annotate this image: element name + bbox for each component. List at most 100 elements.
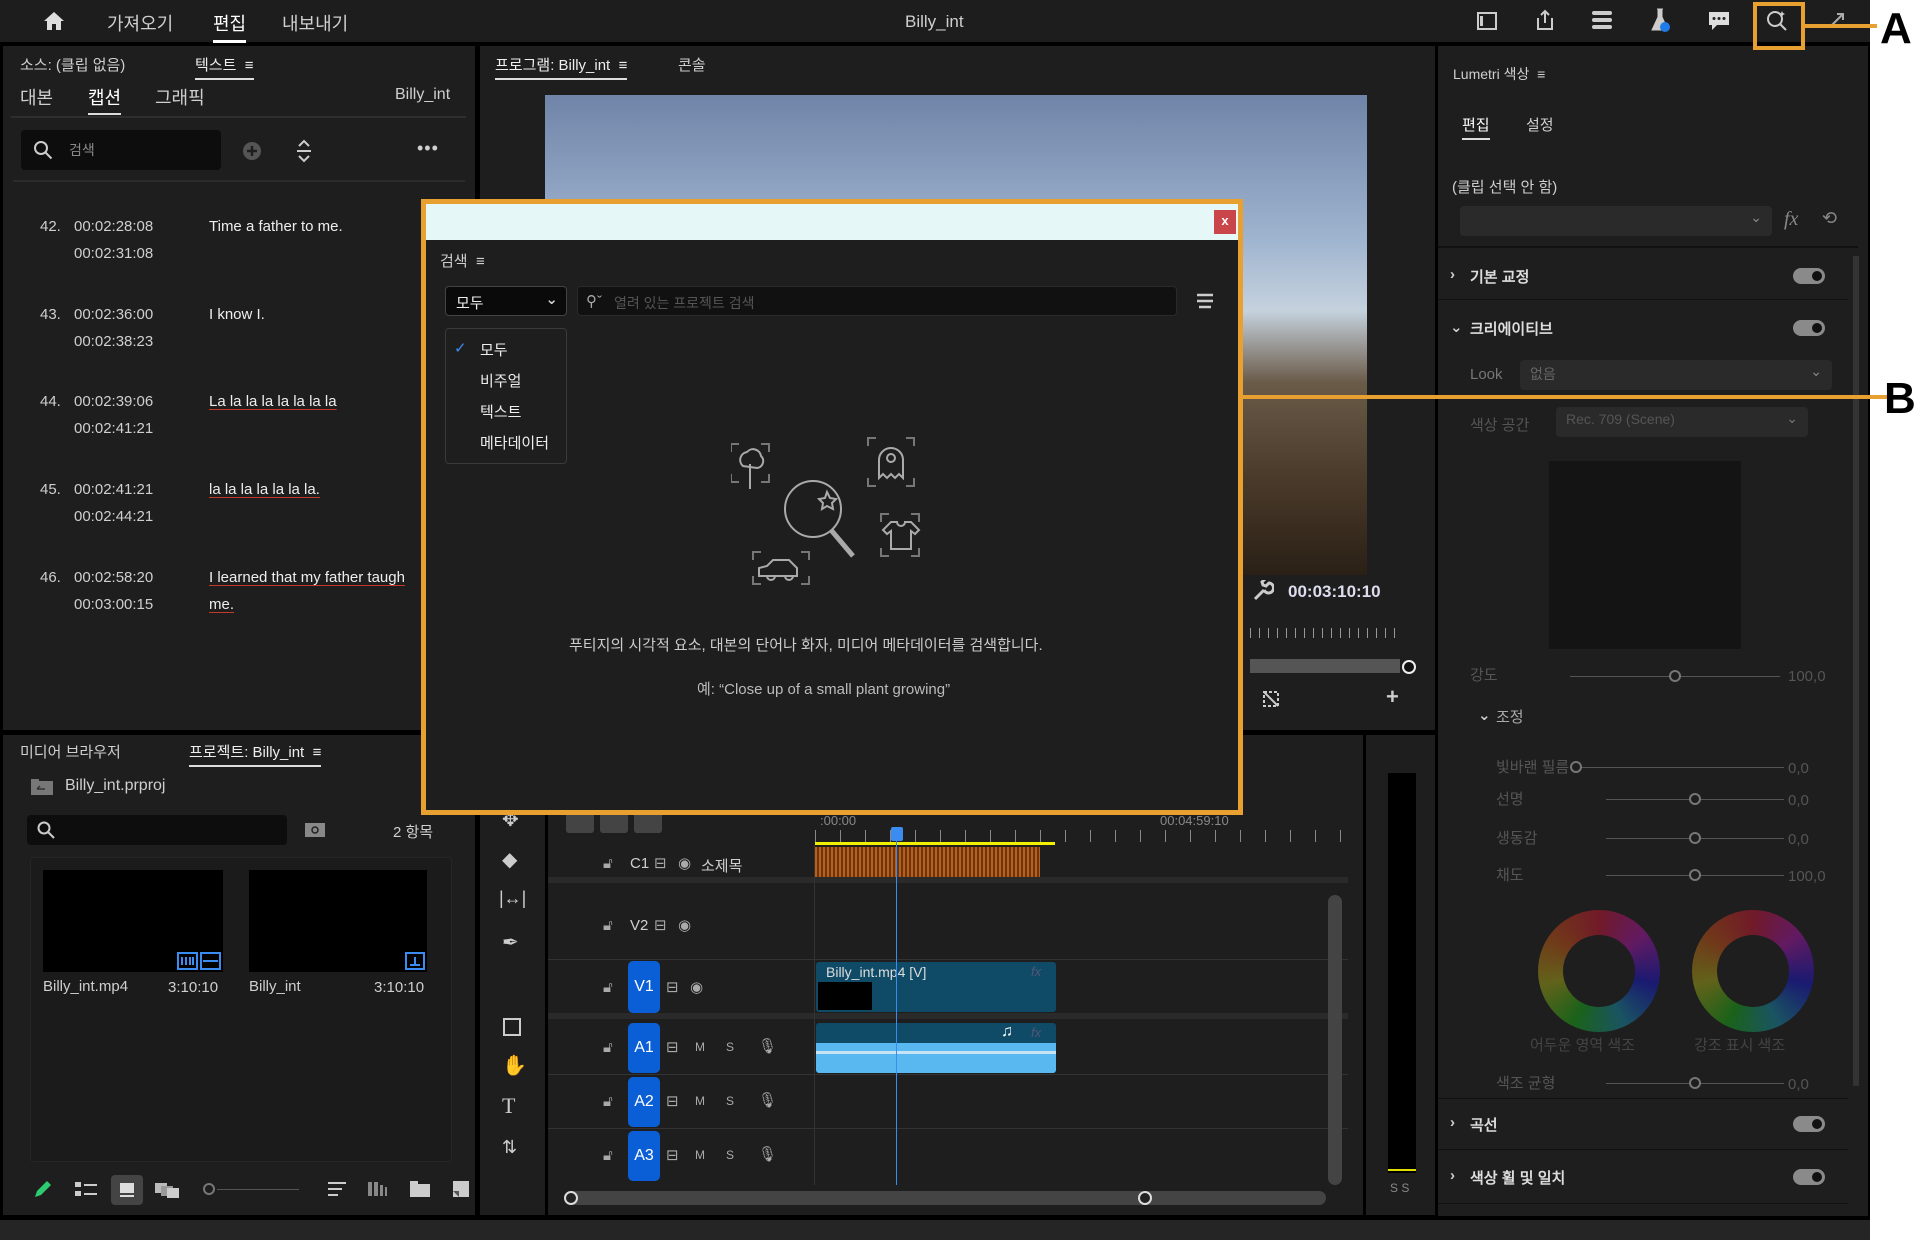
volume-line[interactable] [816,1051,1056,1054]
caption-clips[interactable] [815,847,1040,877]
monitor-ruler[interactable] [1250,628,1400,638]
home-icon[interactable] [40,8,68,34]
icon-view-button[interactable] [111,1175,143,1205]
subtab-graphics[interactable]: 그래픽 [155,84,205,110]
workspace-icon[interactable] [1475,10,1499,32]
lock-icon[interactable]: 🔓︎ [603,1093,613,1110]
hand-tool-icon[interactable]: ✋ [502,1053,527,1078]
zoom-slider-handle[interactable] [203,1183,215,1195]
thumbnail-item[interactable] [43,870,223,972]
freeform-view-icon[interactable] [155,1181,181,1199]
settings-panel-icon[interactable] [1590,9,1614,31]
reset-icon[interactable]: ⟲ [1822,208,1837,229]
sort-icons-icon[interactable] [328,1181,346,1197]
voiceover-mic-icon[interactable]: 🎙︎ [758,1037,777,1055]
close-button[interactable]: x [1214,210,1236,234]
caption-item[interactable]: 46. 00:02:58:20 00:03:00:15 I learned th… [3,569,473,629]
clip-select-dropdown[interactable]: ⌄ [1460,206,1772,236]
tab-media-browser[interactable]: 미디어 브라우저 [20,741,121,762]
section-color-wheels[interactable]: › 색상 휠 및 일치 [1438,1152,1848,1204]
playhead-handle[interactable] [891,827,903,841]
program-timecode[interactable]: 00:03:10:10 [1288,582,1381,602]
mute-button[interactable]: M [695,1040,705,1054]
intensity-handle[interactable] [1669,670,1681,682]
export-frame-icon[interactable] [1262,690,1280,708]
playhead-line[interactable] [896,835,897,1185]
voiceover-mic-icon[interactable]: 🎙︎ [758,1145,777,1163]
caption-text[interactable]: Time a father to me. [209,218,343,235]
caption-item[interactable]: 42. 00:02:28:08 00:02:31:08 Time a fathe… [3,218,473,278]
track-target-v1[interactable]: V1 [628,961,660,1013]
panel-scrollbar[interactable] [1853,256,1859,1086]
nav-edit[interactable]: 편집 [213,10,246,43]
colorspace-dropdown[interactable]: Rec. 709 (Scene)⌄ [1556,407,1808,437]
sync-lock-icon[interactable]: ⊟ [666,1092,679,1110]
comments-icon[interactable] [1706,8,1732,34]
share-icon[interactable] [1533,8,1557,32]
sync-lock-icon[interactable]: ⊟ [666,978,679,996]
voiceover-mic-icon[interactable]: 🎙︎ [758,1091,777,1109]
section-toggle[interactable] [1793,1116,1825,1132]
add-caption-icon[interactable] [241,140,263,162]
section-toggle[interactable] [1793,268,1825,284]
filter-option-visual[interactable]: 비주얼 [480,370,521,391]
vertical-scrollbar[interactable] [1328,895,1342,1185]
adjust-slider-handle[interactable] [1689,832,1701,844]
filter-option-text[interactable]: 텍스트 [480,401,521,422]
subtab-script[interactable]: 대본 [20,84,53,110]
section-curves[interactable]: › 곡선 [1438,1098,1848,1150]
pencil-icon[interactable] [33,1179,53,1199]
mute-button[interactable]: M [695,1094,705,1108]
caption-search-input[interactable]: 검색 [21,130,221,170]
automate-sequence-icon[interactable] [368,1182,388,1196]
generative-extend-icon[interactable]: ⇅ [502,1137,517,1158]
track-target-a1[interactable]: A1 [628,1023,660,1073]
sync-lock-icon[interactable]: ⊟ [666,1038,679,1056]
new-bin-icon[interactable] [410,1181,430,1197]
caption-text[interactable]: la la la la la la la. [209,481,320,498]
sort-icon[interactable] [293,138,315,164]
sync-lock-icon[interactable]: ⊟ [654,916,667,934]
lock-icon[interactable]: 🔓︎ [603,1039,613,1056]
meter-solo-labels[interactable]: S S [1390,1181,1409,1195]
tab-source[interactable]: 소스: (클립 없음) [20,54,125,75]
solo-button[interactable]: S [726,1040,734,1054]
add-button-icon[interactable]: + [1386,684,1399,710]
track-target-a3[interactable]: A3 [628,1131,660,1181]
monitor-scroll-handle[interactable] [1402,660,1416,674]
filter-option-all[interactable]: 모두 [480,339,508,360]
section-toggle[interactable] [1793,320,1825,336]
lock-icon[interactable]: 🔓︎ [603,1147,613,1164]
tab-settings[interactable]: 설정 [1526,114,1554,135]
search-panel-title[interactable]: 검색 ≡ [440,250,485,271]
sync-lock-icon[interactable]: ⊟ [654,854,667,872]
caption-text[interactable]: La la la la la la la la [209,393,337,410]
horizontal-scrollbar[interactable] [566,1191,1326,1205]
filter-dropdown[interactable]: 모두 ⌄ [445,286,567,316]
adjust-slider-handle[interactable] [1689,793,1701,805]
find-bin-icon[interactable] [305,821,325,837]
tab-console[interactable]: 콘솔 [678,54,706,75]
adjust-slider-handle[interactable] [1570,761,1582,773]
type-tool-icon[interactable]: T [502,1093,515,1119]
project-search-field[interactable]: ⚲ˇ 열려 있는 프로젝트 검색 [577,286,1177,316]
tab-project[interactable]: 프로젝트: Billy_int ≡ [189,741,321,767]
audio-clip[interactable]: ♫ fx [816,1023,1056,1073]
adjust-section-title[interactable]: 조정 [1496,706,1524,727]
lock-icon[interactable]: 🔓︎ [603,979,613,996]
caption-text[interactable]: I learned that my father taugh [209,569,405,586]
project-search-input[interactable] [27,815,287,845]
look-dropdown[interactable]: 없음⌄ [1520,360,1832,390]
more-options-icon[interactable]: ••• [417,138,439,159]
eye-icon[interactable]: ◉ [678,854,691,872]
eye-icon[interactable]: ◉ [678,916,691,934]
sync-lock-icon[interactable]: ⊟ [666,1146,679,1164]
caption-item[interactable]: 45. 00:02:41:21 00:02:44:21 la la la la … [3,481,473,541]
rectangle-tool-icon[interactable] [503,1018,521,1036]
video-clip[interactable]: Billy_int.mp4 [V] fx [816,962,1056,1012]
list-view-icon[interactable] [75,1181,97,1197]
wrench-icon[interactable] [1252,580,1274,602]
thumbnail-item[interactable] [249,870,427,972]
fullscreen-icon[interactable] [1825,8,1849,32]
section-toggle[interactable] [1793,1169,1825,1185]
